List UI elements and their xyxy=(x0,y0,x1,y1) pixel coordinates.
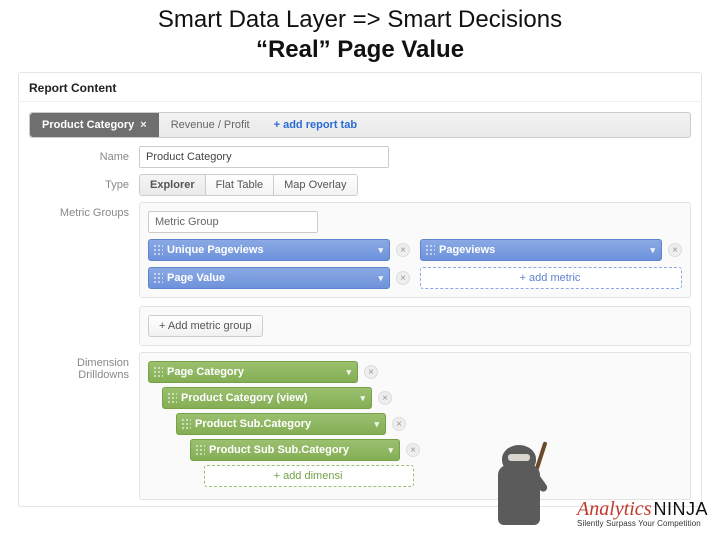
chip-label: Page Value xyxy=(167,272,225,284)
metric-chip-page-value[interactable]: Page Value ▾ xyxy=(148,267,390,289)
chevron-down-icon[interactable]: ▾ xyxy=(378,245,383,256)
name-label: Name xyxy=(29,146,139,163)
metric-row: + add metric xyxy=(420,267,682,289)
report-tabbar: Product Category × Revenue / Profit + ad… xyxy=(29,112,691,138)
chip-label: Product Category (view) xyxy=(181,392,308,404)
type-segmented: Explorer Flat Table Map Overlay xyxy=(139,174,358,196)
row-dimension-drilldowns: Dimension Drilldowns Page Category ▾ × P… xyxy=(29,352,691,500)
brand-tagline: Silently Surpass Your Competition xyxy=(577,519,708,528)
remove-dimension-icon[interactable]: × xyxy=(378,391,392,405)
chip-label: + add metric xyxy=(520,272,581,284)
drilldown-row: Page Category ▾ × xyxy=(148,361,682,383)
chip-label: Pageviews xyxy=(439,244,495,256)
tab-revenue-profit[interactable]: Revenue / Profit xyxy=(159,113,262,137)
drilldown-row: Product Sub.Category ▾ × xyxy=(176,413,682,435)
drag-handle-icon[interactable] xyxy=(181,418,191,430)
metric-row: Page Value ▾ × xyxy=(148,267,410,289)
drilldown-box: Page Category ▾ × Product Category (view… xyxy=(139,352,691,500)
panel-header: Report Content xyxy=(19,73,701,102)
brand-word-1: Analytics xyxy=(577,498,651,521)
drilldown-row: Product Category (view) ▾ × xyxy=(162,387,682,409)
add-metric-group-button[interactable]: + Add metric group xyxy=(148,315,263,337)
remove-metric-icon[interactable]: × xyxy=(668,243,682,257)
slide-subtitle: “Real” Page Value xyxy=(0,36,720,64)
metric-row: Pageviews ▾ × xyxy=(420,239,682,261)
metric-chip-pageviews[interactable]: Pageviews ▾ xyxy=(420,239,662,261)
metric-group-box: Unique Pageviews ▾ × Pageviews ▾ × xyxy=(139,202,691,298)
tab-product-category[interactable]: Product Category × xyxy=(30,113,159,137)
chip-label: Product Sub Sub.Category xyxy=(209,444,349,456)
chevron-down-icon[interactable]: ▾ xyxy=(378,273,383,284)
drag-handle-icon[interactable] xyxy=(153,366,163,378)
chip-label: Page Category xyxy=(167,366,244,378)
drilldown-chip-product-sub-subcategory[interactable]: Product Sub Sub.Category ▾ xyxy=(190,439,400,461)
type-option-explorer[interactable]: Explorer xyxy=(140,175,206,195)
metric-chip-unique-pageviews[interactable]: Unique Pageviews ▾ xyxy=(148,239,390,261)
type-option-flat-table[interactable]: Flat Table xyxy=(206,175,275,195)
drag-handle-icon[interactable] xyxy=(195,444,205,456)
ninja-illustration xyxy=(480,439,560,534)
add-dimension-button[interactable]: + add dimensi xyxy=(204,465,414,487)
metric-grid: Unique Pageviews ▾ × Pageviews ▾ × xyxy=(148,239,682,289)
metric-groups-label: Metric Groups xyxy=(29,202,139,219)
drag-handle-icon[interactable] xyxy=(153,244,163,256)
report-panel: Report Content Product Category × Revenu… xyxy=(18,72,702,507)
add-report-tab-link[interactable]: + add report tab xyxy=(262,119,369,131)
row-metric-groups: Metric Groups Unique Pageviews ▾ × xyxy=(29,202,691,346)
name-input[interactable] xyxy=(139,146,389,168)
close-icon[interactable]: × xyxy=(140,119,146,131)
drag-handle-icon[interactable] xyxy=(425,244,435,256)
chip-label: Unique Pageviews xyxy=(167,244,264,256)
brand-word-2: NINJA xyxy=(653,499,708,520)
chevron-down-icon[interactable]: ▾ xyxy=(374,419,379,430)
chevron-down-icon[interactable]: ▾ xyxy=(346,367,351,378)
tab-label: Product Category xyxy=(42,119,134,131)
metric-row: Unique Pageviews ▾ × xyxy=(148,239,410,261)
brand-logo: AnalyticsNINJA Silently Surpass Your Com… xyxy=(577,498,708,528)
drilldown-chip-product-category-view[interactable]: Product Category (view) ▾ xyxy=(162,387,372,409)
row-type: Type Explorer Flat Table Map Overlay xyxy=(29,174,691,196)
remove-dimension-icon[interactable]: × xyxy=(364,365,378,379)
drilldown-chip-page-category[interactable]: Page Category ▾ xyxy=(148,361,358,383)
row-name: Name xyxy=(29,146,691,168)
remove-metric-icon[interactable]: × xyxy=(396,243,410,257)
metric-group-name-input[interactable] xyxy=(148,211,318,233)
drag-handle-icon[interactable] xyxy=(153,272,163,284)
remove-dimension-icon[interactable]: × xyxy=(392,417,406,431)
drilldown-row: + add dimensi xyxy=(204,465,682,487)
drilldowns-label: Dimension Drilldowns xyxy=(29,352,139,381)
chevron-down-icon[interactable]: ▾ xyxy=(388,445,393,456)
tab-label: Revenue / Profit xyxy=(171,119,250,131)
remove-metric-icon[interactable]: × xyxy=(396,271,410,285)
slide-title: Smart Data Layer => Smart Decisions xyxy=(0,0,720,36)
type-label: Type xyxy=(29,174,139,191)
chip-label: Product Sub.Category xyxy=(195,418,311,430)
drag-handle-icon[interactable] xyxy=(167,392,177,404)
chevron-down-icon[interactable]: ▾ xyxy=(650,245,655,256)
drilldown-chip-product-subcategory[interactable]: Product Sub.Category ▾ xyxy=(176,413,386,435)
remove-dimension-icon[interactable]: × xyxy=(406,443,420,457)
add-metric-button[interactable]: + add metric xyxy=(420,267,682,289)
chevron-down-icon[interactable]: ▾ xyxy=(360,393,365,404)
drilldown-row: Product Sub Sub.Category ▾ × xyxy=(190,439,682,461)
type-option-map-overlay[interactable]: Map Overlay xyxy=(274,175,356,195)
chip-label: + add dimensi xyxy=(274,470,343,482)
add-metric-group-box: + Add metric group xyxy=(139,306,691,346)
